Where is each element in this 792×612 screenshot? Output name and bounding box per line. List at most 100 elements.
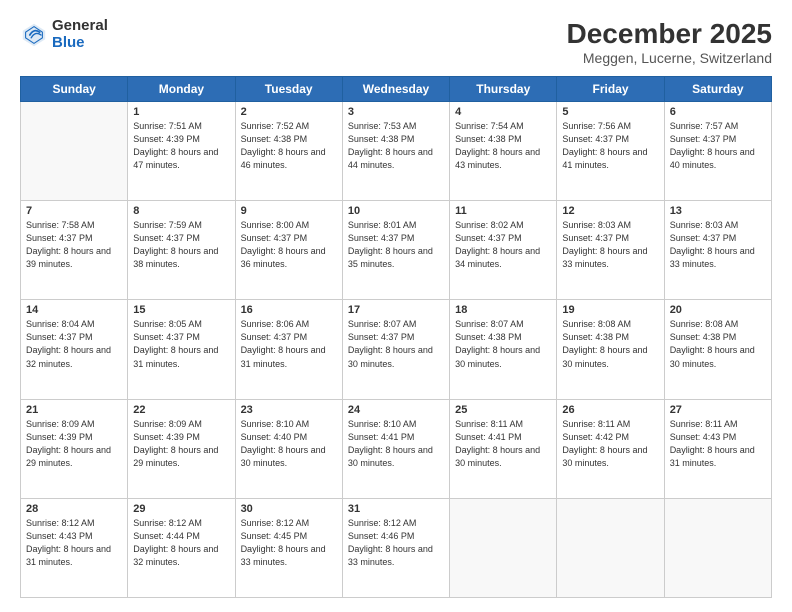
day-number: 10 <box>348 205 444 217</box>
calendar-cell: 19Sunrise: 8:08 AMSunset: 4:38 PMDayligh… <box>557 300 664 399</box>
day-number: 24 <box>348 404 444 416</box>
day-number: 11 <box>455 205 551 217</box>
day-number: 31 <box>348 503 444 515</box>
day-info: Sunrise: 8:10 AMSunset: 4:40 PMDaylight:… <box>241 418 337 470</box>
day-number: 27 <box>670 404 766 416</box>
day-info: Sunrise: 8:11 AMSunset: 4:43 PMDaylight:… <box>670 418 766 470</box>
day-info: Sunrise: 8:11 AMSunset: 4:42 PMDaylight:… <box>562 418 658 470</box>
calendar-cell: 8 Sunrise: 7:59 AMSunset: 4:37 PMDaylight… <box>128 201 235 300</box>
weekday-header: Saturday <box>664 77 771 102</box>
day-info: Sunrise: 8:05 AMSunset: 4:37 PMDaylight:… <box>133 318 229 370</box>
calendar-cell: 7 Sunrise: 7:58 AMSunset: 4:37 PMDaylight… <box>21 201 128 300</box>
calendar-cell: 9Sunrise: 8:00 AMSunset: 4:37 PMDaylight… <box>235 201 342 300</box>
calendar-cell: 13 Sunrise: 8:03 AMSunset: 4:37 PMDayligh… <box>664 201 771 300</box>
day-info: Sunrise: 8:01 AMSunset: 4:37 PMDaylight:… <box>348 219 444 271</box>
day-info: Sunrise: 8:03 AMSunset: 4:37 PMDaylight:… <box>670 219 766 271</box>
day-info: Sunrise: 8:12 AMSunset: 4:45 PMDaylight:… <box>241 517 337 569</box>
day-info: Sunrise: 8:07 AMSunset: 4:38 PMDaylight:… <box>455 318 551 370</box>
day-info: Sunrise: 8:09 AMSunset: 4:39 PMDaylight:… <box>133 418 229 470</box>
weekday-row: SundayMondayTuesdayWednesdayThursdayFrid… <box>21 77 772 102</box>
calendar-cell <box>21 102 128 201</box>
calendar-cell: 15Sunrise: 8:05 AMSunset: 4:37 PMDayligh… <box>128 300 235 399</box>
day-number: 1 <box>133 106 229 118</box>
day-number: 22 <box>133 404 229 416</box>
day-info: Sunrise: 8:12 AMSunset: 4:46 PMDaylight:… <box>348 517 444 569</box>
logo: General Blue <box>20 18 108 51</box>
day-info: Sunrise: 8:04 AMSunset: 4:37 PMDaylight:… <box>26 318 122 370</box>
day-info: Sunrise: 8:07 AMSunset: 4:37 PMDaylight:… <box>348 318 444 370</box>
day-info: Sunrise: 7:56 AMSunset: 4:37 PMDaylight:… <box>562 120 658 172</box>
calendar-week-row: 14 Sunrise: 8:04 AMSunset: 4:37 PMDayligh… <box>21 300 772 399</box>
day-number: 17 <box>348 304 444 316</box>
title-block: December 2025 Meggen, Lucerne, Switzerla… <box>567 18 772 66</box>
day-info: Sunrise: 7:58 AMSunset: 4:37 PMDaylight:… <box>26 219 122 271</box>
weekday-header: Monday <box>128 77 235 102</box>
day-number: 6 <box>670 106 766 118</box>
day-info: Sunrise: 8:03 AMSunset: 4:37 PMDaylight:… <box>562 219 658 271</box>
day-number: 28 <box>26 503 122 515</box>
day-number: 20 <box>670 304 766 316</box>
calendar-cell: 12 Sunrise: 8:03 AMSunset: 4:37 PMDayligh… <box>557 201 664 300</box>
main-title: December 2025 <box>567 18 772 50</box>
calendar-cell: 10 Sunrise: 8:01 AMSunset: 4:37 PMDayligh… <box>342 201 449 300</box>
day-number: 18 <box>455 304 551 316</box>
day-number: 23 <box>241 404 337 416</box>
calendar-cell: 6 Sunrise: 7:57 AMSunset: 4:37 PMDaylight… <box>664 102 771 201</box>
calendar-cell: 31 Sunrise: 8:12 AMSunset: 4:46 PMDayligh… <box>342 498 449 597</box>
day-info: Sunrise: 8:12 AMSunset: 4:43 PMDaylight:… <box>26 517 122 569</box>
day-info: Sunrise: 7:57 AMSunset: 4:37 PMDaylight:… <box>670 120 766 172</box>
calendar-cell: 21Sunrise: 8:09 AMSunset: 4:39 PMDayligh… <box>21 399 128 498</box>
subtitle: Meggen, Lucerne, Switzerland <box>567 50 772 66</box>
day-number: 30 <box>241 503 337 515</box>
day-number: 16 <box>241 304 337 316</box>
weekday-header: Wednesday <box>342 77 449 102</box>
day-number: 8 <box>133 205 229 217</box>
weekday-header: Thursday <box>450 77 557 102</box>
calendar-cell: 30 Sunrise: 8:12 AMSunset: 4:45 PMDayligh… <box>235 498 342 597</box>
calendar-cell: 27 Sunrise: 8:11 AMSunset: 4:43 PMDayligh… <box>664 399 771 498</box>
calendar-cell: 22 Sunrise: 8:09 AMSunset: 4:39 PMDayligh… <box>128 399 235 498</box>
day-number: 2 <box>241 106 337 118</box>
day-number: 14 <box>26 304 122 316</box>
header: General Blue December 2025 Meggen, Lucer… <box>20 18 772 66</box>
calendar-cell: 3 Sunrise: 7:53 AMSunset: 4:38 PMDaylight… <box>342 102 449 201</box>
day-info: Sunrise: 7:53 AMSunset: 4:38 PMDaylight:… <box>348 120 444 172</box>
day-number: 12 <box>562 205 658 217</box>
day-number: 4 <box>455 106 551 118</box>
weekday-header: Friday <box>557 77 664 102</box>
calendar-week-row: 21Sunrise: 8:09 AMSunset: 4:39 PMDayligh… <box>21 399 772 498</box>
calendar-cell: 1Sunrise: 7:51 AMSunset: 4:39 PMDaylight… <box>128 102 235 201</box>
day-info: Sunrise: 7:59 AMSunset: 4:37 PMDaylight:… <box>133 219 229 271</box>
calendar-cell <box>664 498 771 597</box>
calendar-cell: 24 Sunrise: 8:10 AMSunset: 4:41 PMDayligh… <box>342 399 449 498</box>
calendar-cell: 4 Sunrise: 7:54 AMSunset: 4:38 PMDaylight… <box>450 102 557 201</box>
day-number: 13 <box>670 205 766 217</box>
logo-blue: Blue <box>52 35 108 52</box>
calendar-week-row: 28 Sunrise: 8:12 AMSunset: 4:43 PMDayligh… <box>21 498 772 597</box>
calendar-table: SundayMondayTuesdayWednesdayThursdayFrid… <box>20 76 772 598</box>
calendar-cell: 18 Sunrise: 8:07 AMSunset: 4:38 PMDayligh… <box>450 300 557 399</box>
calendar-cell: 25 Sunrise: 8:11 AMSunset: 4:41 PMDayligh… <box>450 399 557 498</box>
day-info: Sunrise: 8:08 AMSunset: 4:38 PMDaylight:… <box>670 318 766 370</box>
calendar-week-row: 1Sunrise: 7:51 AMSunset: 4:39 PMDaylight… <box>21 102 772 201</box>
calendar-cell: 16 Sunrise: 8:06 AMSunset: 4:37 PMDayligh… <box>235 300 342 399</box>
day-info: Sunrise: 7:54 AMSunset: 4:38 PMDaylight:… <box>455 120 551 172</box>
day-number: 3 <box>348 106 444 118</box>
day-number: 7 <box>26 205 122 217</box>
calendar-cell: 11 Sunrise: 8:02 AMSunset: 4:37 PMDayligh… <box>450 201 557 300</box>
day-info: Sunrise: 8:11 AMSunset: 4:41 PMDaylight:… <box>455 418 551 470</box>
calendar-cell: 17 Sunrise: 8:07 AMSunset: 4:37 PMDayligh… <box>342 300 449 399</box>
day-info: Sunrise: 8:02 AMSunset: 4:37 PMDaylight:… <box>455 219 551 271</box>
day-info: Sunrise: 8:09 AMSunset: 4:39 PMDaylight:… <box>26 418 122 470</box>
day-info: Sunrise: 8:06 AMSunset: 4:37 PMDaylight:… <box>241 318 337 370</box>
calendar-cell: 29Sunrise: 8:12 AMSunset: 4:44 PMDayligh… <box>128 498 235 597</box>
calendar-cell: 20 Sunrise: 8:08 AMSunset: 4:38 PMDayligh… <box>664 300 771 399</box>
calendar-header: SundayMondayTuesdayWednesdayThursdayFrid… <box>21 77 772 102</box>
day-info: Sunrise: 8:10 AMSunset: 4:41 PMDaylight:… <box>348 418 444 470</box>
weekday-header: Tuesday <box>235 77 342 102</box>
day-number: 25 <box>455 404 551 416</box>
day-number: 5 <box>562 106 658 118</box>
day-info: Sunrise: 8:00 AMSunset: 4:37 PMDaylight:… <box>241 219 337 271</box>
logo-icon <box>20 21 48 49</box>
calendar-cell: 23 Sunrise: 8:10 AMSunset: 4:40 PMDayligh… <box>235 399 342 498</box>
